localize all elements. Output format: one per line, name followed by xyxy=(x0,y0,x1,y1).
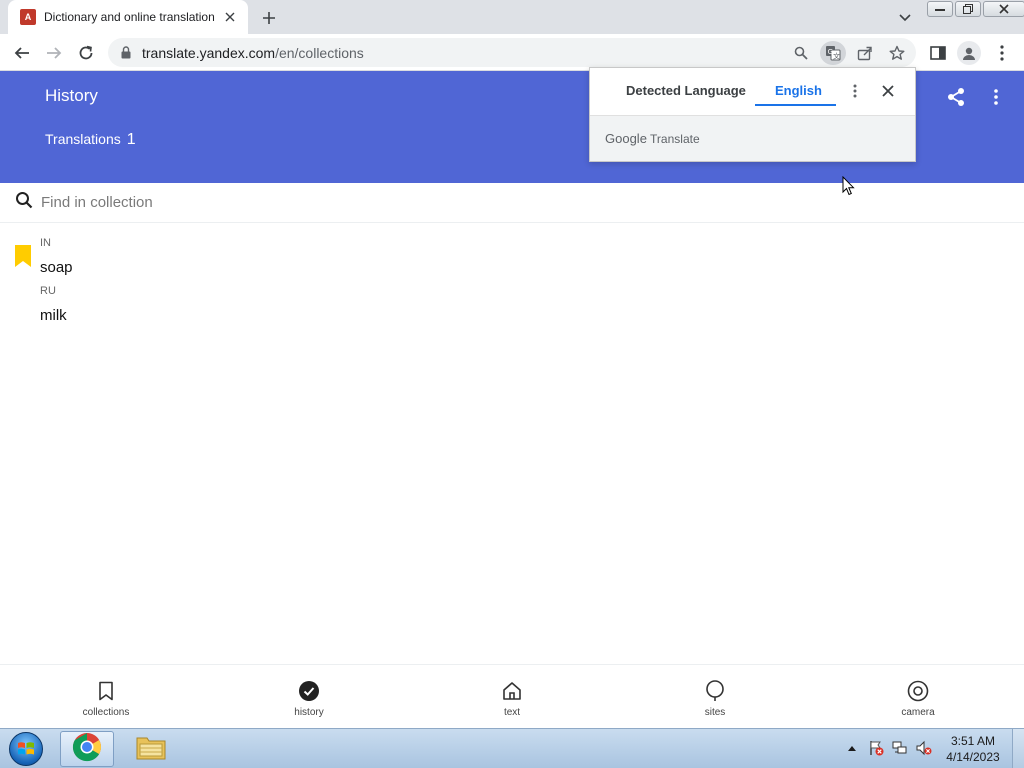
address-bar[interactable]: translate.yandex.com/en/collections G文 xyxy=(108,38,916,67)
clock-time: 3:51 AM xyxy=(950,734,996,748)
bookmark-outline-icon xyxy=(94,679,118,703)
tab-search-chevron-icon[interactable] xyxy=(895,8,915,28)
nav-label-history: history xyxy=(294,707,324,718)
google-translate-icon[interactable]: G文 xyxy=(820,41,846,65)
minimize-button[interactable] xyxy=(927,1,953,17)
check-circle-icon xyxy=(297,679,321,703)
more-options-icon[interactable] xyxy=(984,85,1008,109)
browser-tab[interactable]: A Dictionary and online translation xyxy=(8,0,248,34)
side-panel-icon[interactable] xyxy=(926,41,950,65)
nav-sites[interactable]: sites xyxy=(675,679,755,718)
tab-detected-language[interactable]: Detected Language xyxy=(626,83,746,98)
network-icon[interactable] xyxy=(891,739,909,757)
mouse-cursor-icon xyxy=(842,175,856,196)
tab-english[interactable]: English xyxy=(775,83,822,98)
nav-text[interactable]: text xyxy=(472,679,552,718)
translate-options-icon[interactable] xyxy=(845,81,865,101)
new-tab-icon[interactable] xyxy=(258,7,280,29)
system-tray xyxy=(843,739,939,757)
translate-language-tabs: Detected Language English xyxy=(590,68,915,115)
clock-date: 4/14/2023 xyxy=(946,750,1000,764)
forward-arrow-icon[interactable] xyxy=(42,41,66,65)
profile-avatar-icon[interactable] xyxy=(957,41,981,65)
show-hidden-icons-icon[interactable] xyxy=(843,739,861,757)
chrome-icon xyxy=(72,732,102,767)
close-icon[interactable] xyxy=(878,81,898,101)
taskbar-explorer[interactable] xyxy=(124,731,178,767)
reload-icon[interactable] xyxy=(74,41,98,65)
search-icon xyxy=(15,191,33,214)
nav-label-camera: camera xyxy=(901,707,935,718)
start-button[interactable] xyxy=(5,730,47,768)
browser-menu-icon[interactable] xyxy=(990,41,1014,65)
google-logo-text: Google xyxy=(605,131,647,146)
collection-entry[interactable]: IN soap RU milk xyxy=(0,230,1024,330)
bookmark-icon[interactable] xyxy=(14,244,32,268)
browser-tab-strip: A Dictionary and online translation xyxy=(0,0,1024,34)
share-icon[interactable] xyxy=(944,85,968,109)
nav-history[interactable]: history xyxy=(269,679,349,718)
bookmark-star-icon[interactable] xyxy=(886,42,908,64)
share-page-icon[interactable] xyxy=(854,42,876,64)
show-desktop-button[interactable] xyxy=(1012,729,1024,768)
page-title: History xyxy=(45,86,98,105)
action-center-flag-icon[interactable] xyxy=(867,739,885,757)
windows-taskbar: 3:51 AM 4/14/2023 xyxy=(0,728,1024,768)
browser-toolbar: translate.yandex.com/en/collections G文 xyxy=(0,34,1024,71)
home-icon xyxy=(500,679,524,703)
translations-label: Translations xyxy=(45,131,121,147)
camera-icon xyxy=(906,679,930,703)
lock-icon[interactable] xyxy=(120,46,132,60)
target-word: milk xyxy=(40,307,67,324)
restore-button[interactable] xyxy=(955,1,981,17)
bottom-navigation: collections history text sites camera xyxy=(0,664,1024,728)
source-word: soap xyxy=(40,259,73,276)
zoom-search-icon[interactable] xyxy=(790,42,812,64)
close-window-button[interactable] xyxy=(983,1,1024,17)
collection-search-row xyxy=(0,183,1024,223)
nav-label-text: text xyxy=(503,707,521,718)
active-tab-indicator xyxy=(755,104,836,106)
window-controls xyxy=(927,1,1024,17)
target-language: RU xyxy=(40,285,56,297)
google-translate-popup: Detected Language English Google Transla… xyxy=(589,67,916,162)
url-text[interactable]: translate.yandex.com/en/collections xyxy=(142,45,364,61)
taskbar-chrome[interactable] xyxy=(60,731,114,767)
tab-title: Dictionary and online translation xyxy=(44,10,215,24)
yandex-translate-favicon-icon: A xyxy=(20,9,36,25)
tab-close-icon[interactable] xyxy=(222,9,238,25)
volume-muted-icon[interactable] xyxy=(915,739,933,757)
nav-label-sites: sites xyxy=(704,707,726,718)
translate-branding: Google Translate xyxy=(590,115,915,161)
translate-label: Translate xyxy=(650,132,700,146)
system-clock[interactable]: 3:51 AM 4/14/2023 xyxy=(940,733,1006,765)
svg-text:文: 文 xyxy=(833,51,840,60)
nav-label-collections: collections xyxy=(82,707,130,718)
nav-collections[interactable]: collections xyxy=(66,679,146,718)
folder-icon xyxy=(135,733,167,766)
back-arrow-icon[interactable] xyxy=(10,41,34,65)
nav-camera[interactable]: camera xyxy=(878,679,958,718)
windows-logo-icon xyxy=(9,732,43,766)
bubble-icon xyxy=(703,679,727,703)
translations-count: Translations 1 xyxy=(45,131,136,149)
translations-count-value: 1 xyxy=(126,131,136,148)
find-in-collection-input[interactable] xyxy=(41,194,641,211)
source-language: IN xyxy=(40,237,51,249)
